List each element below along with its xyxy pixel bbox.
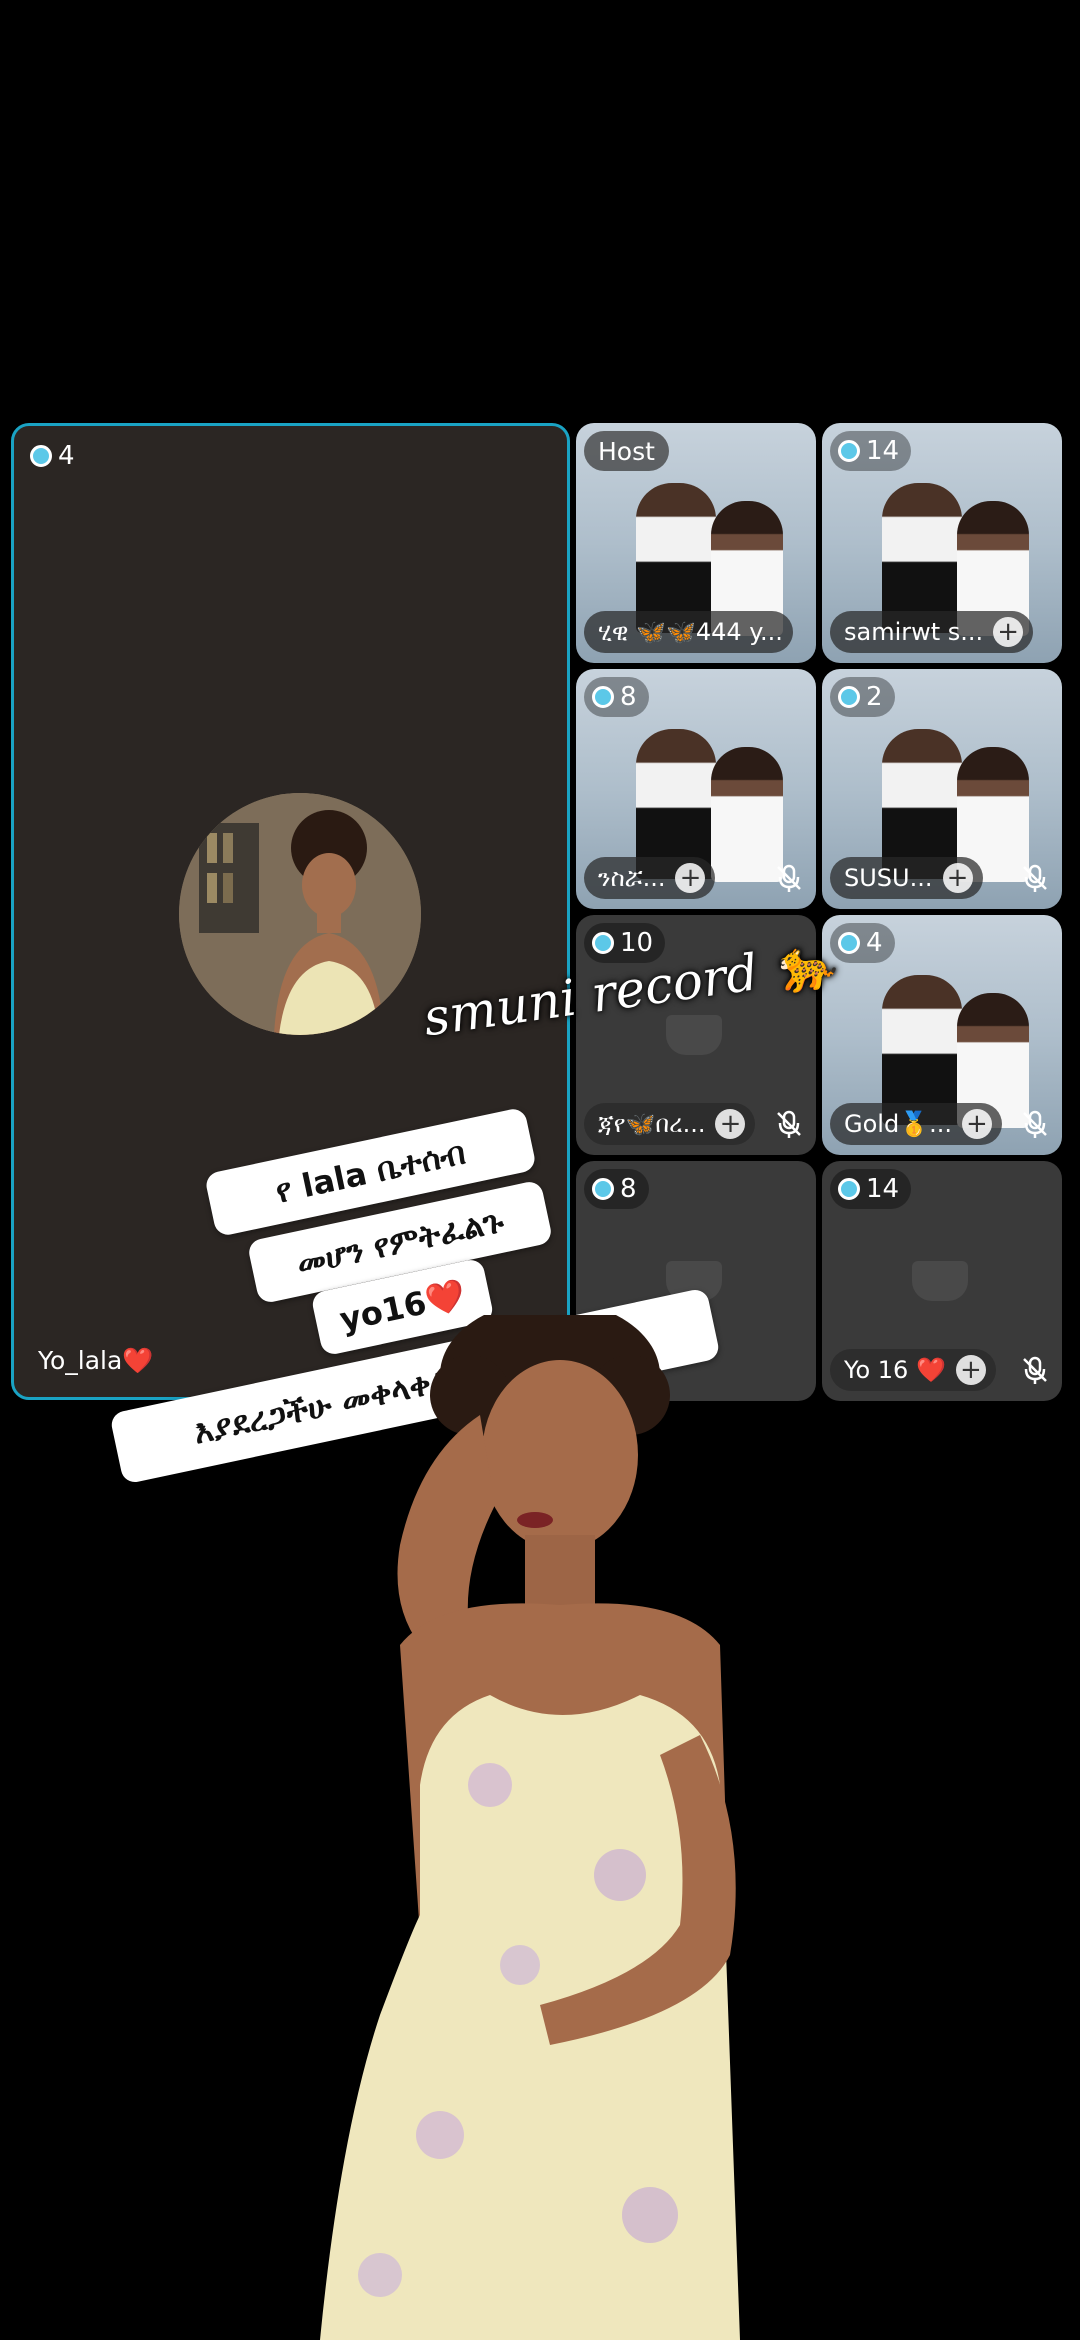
foreground-woman-image — [320, 1315, 740, 2340]
follow-plus-icon[interactable]: + — [961, 1109, 992, 1139]
guest-name: Gold🥇... — [844, 1110, 952, 1138]
gem-icon — [592, 932, 614, 954]
viewer-count: 4 — [58, 441, 75, 471]
guest-name-pill[interactable]: Gold🥇... + — [830, 1103, 1002, 1145]
empty-seat-cup-icon — [912, 1261, 968, 1301]
guest-name: ንስሯ... — [598, 864, 666, 892]
follow-plus-icon[interactable]: + — [715, 1109, 746, 1139]
mic-muted-icon — [772, 1107, 806, 1141]
gem-count-badge: 14 — [830, 1169, 912, 1209]
mic-muted-icon — [1018, 861, 1052, 895]
badge-text: 8 — [620, 1174, 637, 1204]
guest-tile[interactable]: 8 ንስሯ... + — [576, 669, 816, 909]
mic-muted-icon — [1018, 1353, 1052, 1387]
host-badge: Host — [584, 431, 669, 471]
guest-tile[interactable]: 4 Gold🥇... + — [822, 915, 1062, 1155]
gem-count-badge: 4 — [830, 923, 895, 963]
gem-icon — [592, 1178, 614, 1200]
badge-text: 14 — [866, 1174, 900, 1204]
guest-name-pill[interactable]: samirwt s... + — [830, 611, 1034, 653]
follow-plus-icon[interactable]: + — [993, 617, 1024, 647]
mic-muted-icon — [772, 861, 806, 895]
guest-name: ጃየ🦋በረ... — [598, 1110, 706, 1138]
guest-tile[interactable]: 2 SUSU... + — [822, 669, 1062, 909]
guest-name-pill[interactable]: ንስሯ... + — [584, 857, 716, 899]
badge-text: Host — [598, 436, 655, 466]
guest-tile[interactable]: 14 samirwt s... + — [822, 423, 1062, 663]
gem-count-badge: 14 — [830, 431, 912, 471]
empty-seat-cup-icon — [666, 1015, 722, 1055]
badge-text: 4 — [866, 928, 883, 958]
guest-name: SUSU... — [844, 864, 933, 892]
gem-count-badge: 8 — [584, 677, 649, 717]
gem-icon — [838, 440, 860, 462]
guest-name: samirwt s... — [844, 618, 984, 646]
guest-name-pill[interactable]: SUSU... + — [830, 857, 983, 899]
badge-text: 10 — [620, 928, 654, 958]
main-avatar[interactable] — [179, 793, 421, 1035]
gem-icon — [592, 686, 614, 708]
gem-count-badge: 8 — [584, 1169, 649, 1209]
gem-icon — [838, 932, 860, 954]
guest-name: ሂዊ 🦋🦋444 y... — [598, 618, 783, 646]
badge-text: 14 — [866, 436, 900, 466]
gem-icon — [838, 686, 860, 708]
gem-icon — [30, 445, 52, 467]
viewer-count-badge: 4 — [22, 436, 87, 476]
guest-name-pill[interactable]: ጃየ🦋በረ... + — [584, 1103, 756, 1145]
main-user-name: Yo_lala❤️ — [38, 1346, 154, 1375]
badge-text: 8 — [620, 682, 637, 712]
gem-icon — [838, 1178, 860, 1200]
mic-muted-icon — [1018, 1107, 1052, 1141]
gem-count-badge: 2 — [830, 677, 895, 717]
guest-tile[interactable]: Host ሂዊ 🦋🦋444 y... — [576, 423, 816, 663]
avatar-portrait — [179, 793, 421, 1035]
badge-text: 2 — [866, 682, 883, 712]
guest-name-pill[interactable]: ሂዊ 🦋🦋444 y... — [584, 611, 793, 653]
follow-plus-icon[interactable]: + — [942, 863, 973, 893]
follow-plus-icon[interactable]: + — [675, 863, 706, 893]
